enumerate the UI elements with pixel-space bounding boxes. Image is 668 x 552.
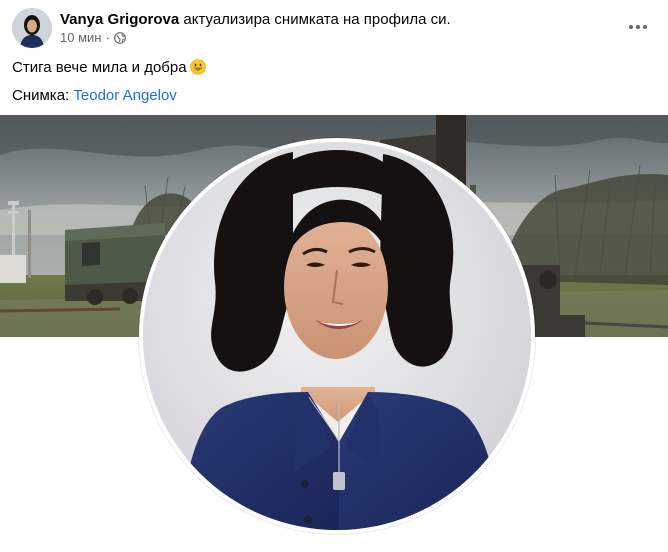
more-horizontal-icon xyxy=(628,17,648,35)
profile-photo[interactable] xyxy=(139,138,535,534)
photographer-link[interactable]: Teodor Angelov xyxy=(73,87,176,104)
more-options-button[interactable] xyxy=(624,12,652,40)
author-line: Vanya Grigorova актуализира снимката на … xyxy=(60,10,451,29)
photo-credit-label: Снимка: xyxy=(12,87,70,104)
author-name-link[interactable]: Vanya Grigorova xyxy=(60,11,179,28)
grinning-face-emoji-icon xyxy=(189,59,206,75)
author-avatar[interactable] xyxy=(12,8,52,48)
post-timestamp[interactable]: 10 мин xyxy=(60,30,101,46)
post-header: Vanya Grigorova актуализира снимката на … xyxy=(12,8,656,50)
photo-credit: Снимка: Teodor Angelov xyxy=(12,86,177,106)
post-action-text: актуализира снимката на профила си. xyxy=(183,11,451,28)
meta-separator: · xyxy=(105,30,110,45)
post-meta: 10 мин · xyxy=(60,30,126,46)
globe-icon[interactable] xyxy=(113,32,126,44)
post-text: Стига вече мила и добра xyxy=(12,58,206,78)
post-message: Стига вече мила и добра xyxy=(12,59,187,76)
